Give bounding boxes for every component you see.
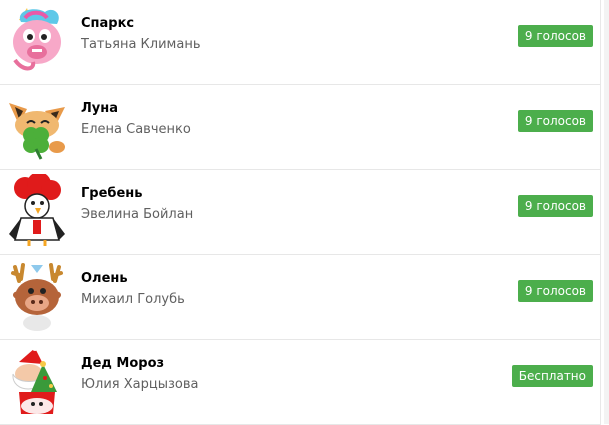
- sticker-author: Елена Савченко: [81, 122, 191, 137]
- deer-sticker-icon: [5, 259, 69, 335]
- sticker-row[interactable]: Дед Мороз Юлия Харцызова Бесплатно: [0, 340, 601, 425]
- sticker-title: Спаркс: [81, 16, 135, 31]
- sticker-row[interactable]: Луна Елена Савченко 9 голосов: [0, 85, 601, 170]
- unicorn-sticker-icon: [5, 4, 69, 80]
- sticker-author: Эвелина Бойлан: [81, 207, 194, 222]
- scrollbar[interactable]: [604, 0, 609, 424]
- price-button[interactable]: 9 голосов: [517, 110, 593, 132]
- sticker-row[interactable]: Спаркс Татьяна Климань 9 голосов: [0, 0, 601, 85]
- santa-sticker-icon: [5, 344, 69, 420]
- price-button[interactable]: Бесплатно: [511, 365, 593, 387]
- sticker-title: Луна: [81, 101, 119, 116]
- sticker-author: Михаил Голубь: [81, 292, 185, 307]
- price-button[interactable]: 9 голосов: [517, 280, 593, 302]
- sticker-row[interactable]: Гребень Эвелина Бойлан 9 голосов: [0, 170, 601, 255]
- sticker-title: Дед Мороз: [81, 356, 165, 371]
- sticker-author: Юлия Харцызова: [81, 377, 199, 392]
- fox-clover-sticker-icon: [5, 89, 69, 165]
- price-button[interactable]: 9 голосов: [517, 195, 593, 217]
- sticker-title: Гребень: [81, 186, 143, 201]
- rooster-sticker-icon: [5, 174, 69, 250]
- sticker-row[interactable]: Олень Михаил Голубь 9 голосов: [0, 255, 601, 340]
- sticker-list: Спаркс Татьяна Климань 9 голосов Луна Ел…: [0, 0, 601, 425]
- sticker-title: Олень: [81, 271, 128, 286]
- sticker-author: Татьяна Климань: [81, 37, 201, 52]
- price-button[interactable]: 9 голосов: [517, 25, 593, 47]
